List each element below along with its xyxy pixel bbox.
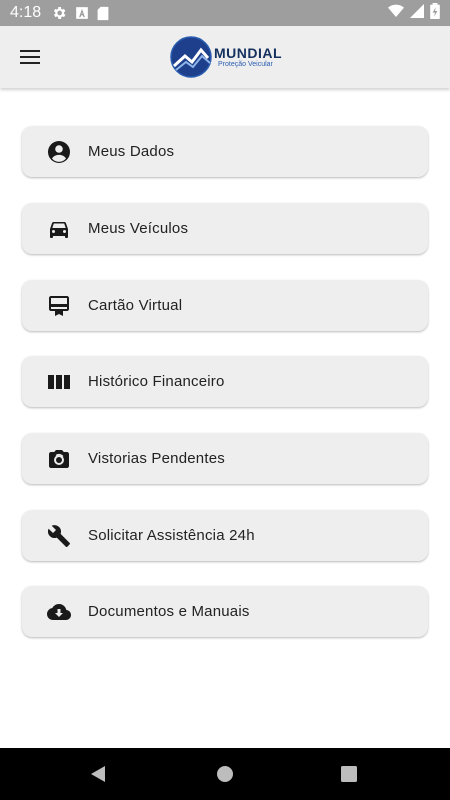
menu-item-solicitar-assistencia[interactable]: Solicitar Assistência 24h xyxy=(22,510,428,561)
recents-icon[interactable] xyxy=(337,762,361,786)
account-circle-icon xyxy=(46,139,72,165)
menu-item-historico-financeiro[interactable]: Histórico Financeiro xyxy=(22,356,428,407)
status-time: 4:18 xyxy=(10,4,42,21)
battery-icon xyxy=(430,3,440,23)
app-screen: 4:18 MUNDIAL Proteção Veicular Meus Dado… xyxy=(0,0,450,800)
navigation-bar xyxy=(0,748,450,800)
cloud-download-icon xyxy=(46,599,72,625)
home-icon[interactable] xyxy=(213,762,237,786)
menu-item-meus-veiculos[interactable]: Meus Veículos xyxy=(22,203,428,254)
menu-item-label: Vistorias Pendentes xyxy=(88,450,225,467)
columns-icon xyxy=(46,369,72,395)
hamburger-menu-icon[interactable] xyxy=(14,42,46,72)
app-bar: MUNDIAL Proteção Veicular xyxy=(0,26,450,88)
menu-item-label: Solicitar Assistência 24h xyxy=(88,527,255,544)
menu-item-documentos-manuais[interactable]: Documentos e Manuais xyxy=(22,586,428,637)
signal-icon xyxy=(410,4,424,22)
menu-item-cartao-virtual[interactable]: Cartão Virtual xyxy=(22,280,428,331)
sd-card-icon xyxy=(97,6,109,21)
logo-subtitle: Proteção Veicular xyxy=(218,60,273,68)
brand-logo: MUNDIAL Proteção Veicular xyxy=(170,36,282,78)
back-icon[interactable] xyxy=(86,762,110,786)
wrench-icon xyxy=(46,523,72,549)
camera-switch-icon xyxy=(46,446,72,472)
logo-title: MUNDIAL xyxy=(214,44,283,61)
menu-item-label: Cartão Virtual xyxy=(88,297,183,314)
menu-item-vistorias-pendentes[interactable]: Vistorias Pendentes xyxy=(22,433,428,484)
logo-mark-icon xyxy=(170,36,212,78)
menu-item-label: Histórico Financeiro xyxy=(88,373,225,390)
menu-item-label: Meus Veículos xyxy=(88,220,189,237)
car-icon xyxy=(46,216,72,242)
menu-item-meus-dados[interactable]: Meus Dados xyxy=(22,126,428,177)
menu-item-label: Documentos e Manuais xyxy=(88,603,250,620)
settings-icon xyxy=(51,5,67,21)
text-a-icon xyxy=(75,6,89,20)
wifi-icon xyxy=(388,4,404,22)
menu-item-label: Meus Dados xyxy=(88,143,175,160)
card-membership-icon xyxy=(46,293,72,319)
status-bar: 4:18 xyxy=(0,0,450,26)
